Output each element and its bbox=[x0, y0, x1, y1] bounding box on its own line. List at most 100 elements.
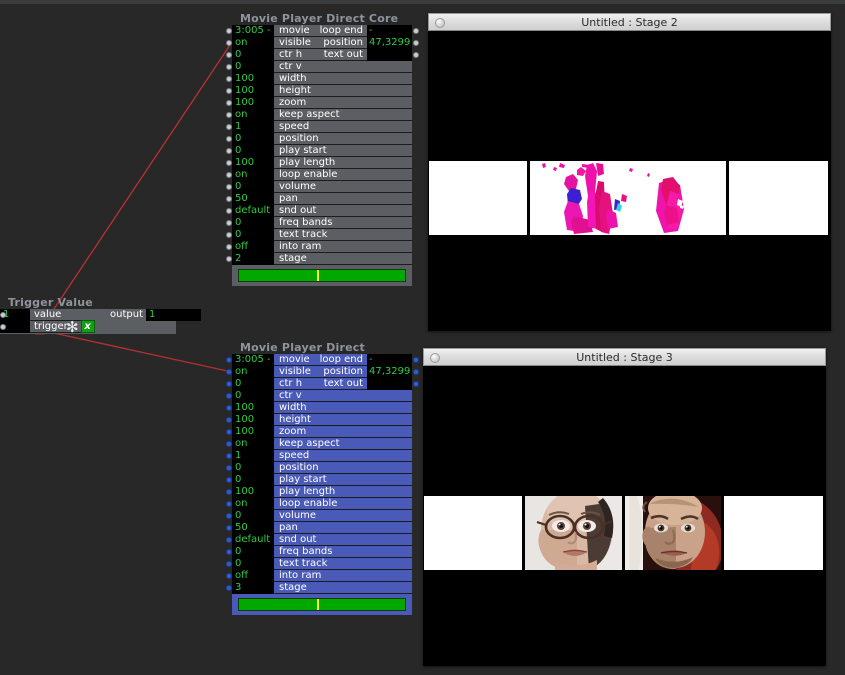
publish-x-icon[interactable]: x bbox=[80, 320, 95, 333]
port-dot[interactable] bbox=[226, 244, 232, 250]
value-field[interactable]: off bbox=[232, 570, 274, 582]
port-dot[interactable] bbox=[226, 513, 232, 519]
port-dot[interactable] bbox=[226, 112, 232, 118]
input-row-ctr-v[interactable]: 0 ctr v bbox=[226, 390, 412, 402]
port-dot[interactable] bbox=[226, 136, 232, 142]
value-field[interactable]: off bbox=[232, 241, 274, 253]
value-field[interactable]: 0 bbox=[232, 378, 274, 390]
output-row-text-out[interactable]: text out bbox=[301, 49, 419, 61]
port-dot[interactable] bbox=[226, 465, 232, 471]
value-field[interactable]: 3:005 - bbox=[232, 354, 274, 366]
window-stage-3[interactable]: Untitled : Stage 3 bbox=[423, 348, 826, 666]
port-dot[interactable] bbox=[226, 160, 232, 166]
port-dot[interactable] bbox=[226, 549, 232, 555]
port-dot[interactable] bbox=[226, 537, 232, 543]
value-field[interactable]: on bbox=[232, 169, 274, 181]
input-row-loop-enable[interactable]: on loop enable bbox=[226, 498, 412, 510]
port-dot[interactable] bbox=[226, 88, 232, 94]
input-row-play-start[interactable]: 0 play start bbox=[226, 145, 412, 157]
port-dot[interactable] bbox=[413, 28, 419, 34]
value-field[interactable]: 100 bbox=[232, 402, 274, 414]
value-field[interactable]: default bbox=[232, 205, 274, 217]
playback-progress-bar[interactable] bbox=[238, 598, 406, 611]
port-dot[interactable] bbox=[413, 369, 419, 375]
port-dot[interactable] bbox=[226, 525, 232, 531]
value-field[interactable]: on bbox=[232, 498, 274, 510]
stage-canvas[interactable] bbox=[428, 31, 831, 331]
port-dot[interactable] bbox=[226, 28, 232, 34]
port-dot[interactable] bbox=[226, 561, 232, 567]
value-field[interactable]: 0 bbox=[232, 474, 274, 486]
port-dot[interactable] bbox=[413, 52, 419, 58]
output-value[interactable]: 1 bbox=[145, 309, 201, 321]
value-field[interactable]: 100 bbox=[232, 73, 274, 85]
input-row-snd-out[interactable]: default snd out bbox=[226, 534, 412, 546]
input-row-text-track[interactable]: 0 text track bbox=[226, 558, 412, 570]
input-row-pan[interactable]: 50 pan bbox=[226, 193, 412, 205]
value-field[interactable]: 100 bbox=[232, 85, 274, 97]
input-row-volume[interactable]: 0 volume bbox=[226, 181, 412, 193]
stage-canvas[interactable] bbox=[423, 366, 826, 666]
value-field[interactable]: 0 bbox=[232, 558, 274, 570]
input-row-pan[interactable]: 50 pan bbox=[226, 522, 412, 534]
port-dot[interactable] bbox=[226, 208, 232, 214]
port-dot[interactable] bbox=[413, 381, 419, 387]
playback-progress-bar[interactable] bbox=[238, 269, 406, 282]
value-field[interactable]: 100 bbox=[232, 97, 274, 109]
input-row-width[interactable]: 100 width bbox=[226, 73, 412, 85]
value-field[interactable]: 0 bbox=[232, 133, 274, 145]
input-row-into-ram[interactable]: off into ram bbox=[226, 241, 412, 253]
port-dot[interactable] bbox=[0, 324, 6, 330]
input-row-width[interactable]: 100 width bbox=[226, 402, 412, 414]
trigger-output-row[interactable]: output 1 bbox=[110, 309, 201, 321]
node-body[interactable]: 3:005 - movie on visible 0 ctr h 0 ctr v 100 widt… bbox=[226, 354, 419, 615]
value-field[interactable]: 0 bbox=[232, 181, 274, 193]
node-body[interactable]: 3:005 - movie on visible 0 ctr h 0 ctr v 100 widt… bbox=[226, 25, 419, 286]
value-field[interactable]: 0 bbox=[232, 229, 274, 241]
value-field[interactable]: 100 bbox=[232, 426, 274, 438]
input-row-position[interactable]: 0 position bbox=[226, 462, 412, 474]
input-row-into-ram[interactable]: off into ram bbox=[226, 570, 412, 582]
input-row-play-start[interactable]: 0 play start bbox=[226, 474, 412, 486]
port-dot[interactable] bbox=[226, 381, 232, 387]
port-dot[interactable] bbox=[226, 76, 232, 82]
input-row-speed[interactable]: 1 speed bbox=[226, 121, 412, 133]
value-field[interactable]: 100 bbox=[232, 414, 274, 426]
port-dot[interactable] bbox=[226, 232, 232, 238]
playhead-marker[interactable] bbox=[317, 270, 320, 281]
titlebar[interactable]: Untitled : Stage 2 bbox=[428, 13, 831, 31]
port-dot[interactable] bbox=[226, 477, 232, 483]
value-field[interactable]: 0 bbox=[232, 462, 274, 474]
input-row-speed[interactable]: 1 speed bbox=[226, 450, 412, 462]
value-field[interactable]: 0 bbox=[232, 390, 274, 402]
close-icon[interactable] bbox=[430, 353, 440, 363]
value-field[interactable]: 0 bbox=[232, 510, 274, 522]
value-field[interactable]: default bbox=[232, 534, 274, 546]
value-field[interactable]: 50 bbox=[232, 522, 274, 534]
value-field[interactable]: on bbox=[232, 366, 274, 378]
input-row-play-length[interactable]: 100 play length bbox=[226, 157, 412, 169]
port-dot[interactable] bbox=[226, 357, 232, 363]
value-field[interactable]: 0 bbox=[232, 49, 274, 61]
input-row-loop-enable[interactable]: on loop enable bbox=[226, 169, 412, 181]
value-field[interactable]: on bbox=[232, 37, 274, 49]
value-field[interactable]: 0 bbox=[232, 217, 274, 229]
scrub-bar-container[interactable] bbox=[232, 594, 412, 615]
output-value[interactable]: 47,3299 bbox=[367, 366, 412, 378]
output-row-position[interactable]: position 47,3299 bbox=[301, 366, 419, 378]
input-row-text-track[interactable]: 0 text track bbox=[226, 229, 412, 241]
port-dot[interactable] bbox=[0, 312, 6, 318]
port-dot[interactable] bbox=[226, 489, 232, 495]
port-dot[interactable] bbox=[226, 52, 232, 58]
node-movie-player-direct[interactable]: Movie Player Direct 3:005 - movie on visibl… bbox=[226, 341, 419, 615]
output-value[interactable] bbox=[367, 378, 412, 390]
port-dot[interactable] bbox=[413, 357, 419, 363]
input-row-height[interactable]: 100 height bbox=[226, 85, 412, 97]
output-row-text-out[interactable]: text out bbox=[301, 378, 419, 390]
value-field[interactable]: 100 bbox=[232, 486, 274, 498]
port-dot[interactable] bbox=[226, 393, 232, 399]
value-field[interactable]: 100 bbox=[232, 157, 274, 169]
node-movie-player-direct-core[interactable]: Movie Player Direct Core 3:005 - movie on v… bbox=[226, 12, 419, 286]
port-dot[interactable] bbox=[226, 124, 232, 130]
port-dot[interactable] bbox=[226, 429, 232, 435]
